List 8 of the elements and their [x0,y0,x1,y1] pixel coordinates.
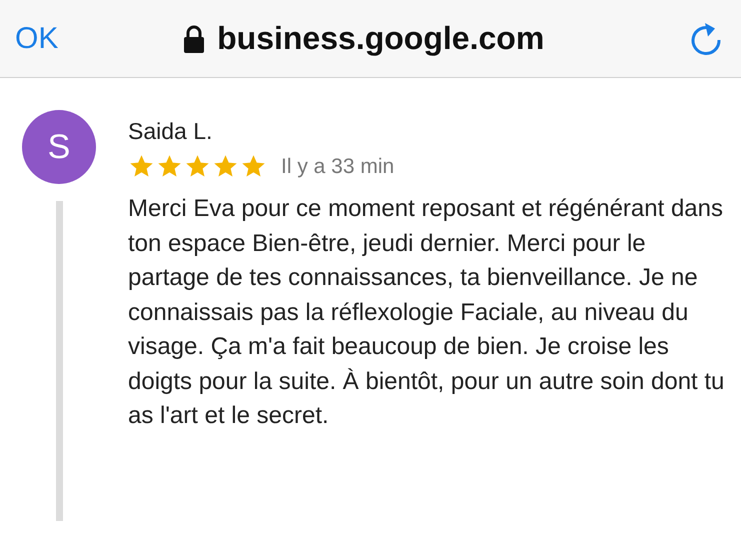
reload-icon[interactable] [689,22,723,56]
done-button[interactable]: OK [15,22,58,56]
avatar: S [22,110,96,184]
author-name: Saida L. [128,118,214,145]
review-text: Merci Eva pour ce moment reposant et régénérant dans ton espace Bien-être, jeudi dernier. Merci pour le partage de tes connaissances, ta bienveillance. Je ne connaissais pas la réflexologie Faciale, au niveau du visage. Ça m'a fait beaucoup de bien. Je croise les doigts pour la suite. À bientôt, pour un autre soin dont tu as l'art et le secret. [128,194,726,431]
address-text[interactable]: business.google.com [217,20,544,57]
review-time: Il y a 33 min [281,154,394,178]
lock-icon [183,24,206,52]
